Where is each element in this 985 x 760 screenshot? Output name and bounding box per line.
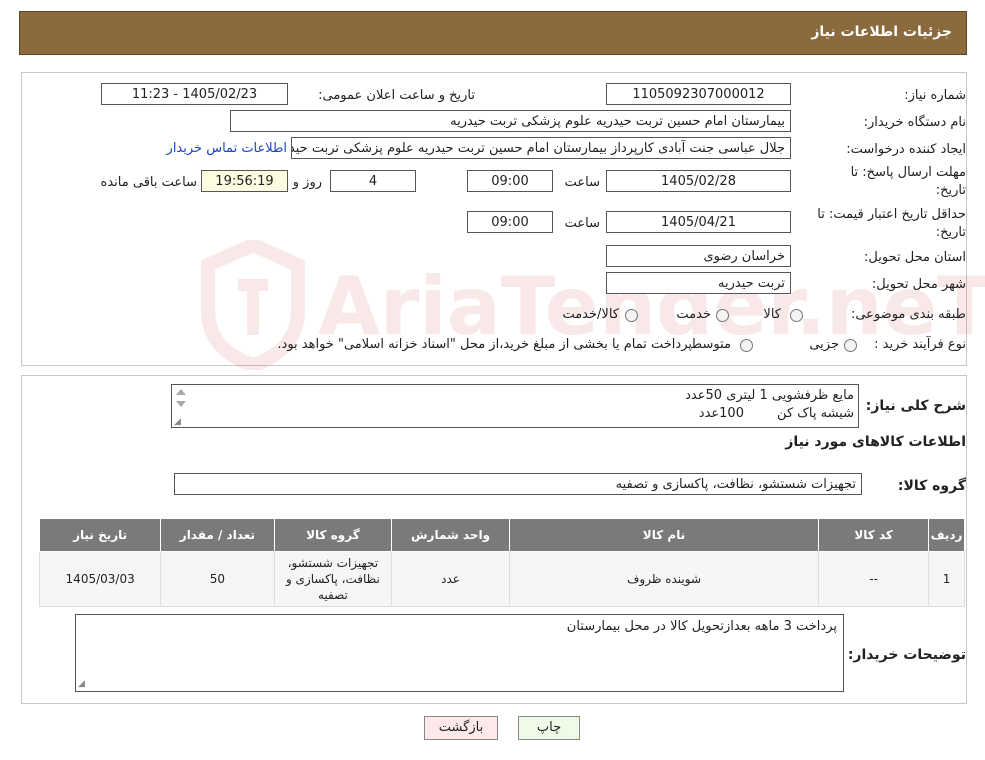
process-radio-medium[interactable] xyxy=(740,339,753,352)
col-row: ردیف xyxy=(928,518,965,552)
cell-row: 1 xyxy=(928,551,965,607)
reply-deadline-label-1: مهلت ارسال پاسخ: تا xyxy=(850,165,966,180)
process-option-medium: متوسط xyxy=(690,337,731,352)
city-label: شهر محل تحویل: xyxy=(871,277,966,292)
price-validity-date-field: 1405/04/21 xyxy=(606,211,791,233)
col-name: نام کالا xyxy=(508,518,820,552)
col-group: گروه کالا xyxy=(273,518,393,552)
need-number-field: 1105092307000012 xyxy=(606,83,791,105)
price-validity-time-label: ساعت xyxy=(564,216,600,231)
goods-group-label: گروه کالا: xyxy=(897,478,966,494)
col-code: کد کالا xyxy=(818,518,930,552)
page-title: جزئیات اطلاعات نیاز xyxy=(811,24,952,40)
reply-deadline-label-2: تاریخ: xyxy=(935,183,966,198)
page-header: جزئیات اطلاعات نیاز xyxy=(19,11,967,55)
province-field: خراسان رضوی xyxy=(606,245,791,267)
reply-deadline-time-label: ساعت xyxy=(564,175,600,190)
summary-line-1: مایع ظرفشویی 1 لیتری 50عدد xyxy=(685,388,854,403)
city-field: تربت حیدریه xyxy=(606,272,791,294)
goods-section-title: اطلاعات کالاهای مورد نیاز xyxy=(785,434,966,450)
print-button[interactable]: چاپ xyxy=(518,716,580,740)
price-validity-label-2: تاریخ: xyxy=(935,225,966,240)
creator-field: جلال عباسی جنت آبادی کارپرداز بیمارستان … xyxy=(291,137,791,159)
buyer-org-field: بیمارستان امام حسین تربت حیدریه علوم پزش… xyxy=(230,110,791,132)
process-note: پرداخت تمام یا بخشی از مبلغ خرید،از محل … xyxy=(277,337,692,352)
col-quantity: تعداد / مقدار xyxy=(160,518,275,552)
category-option-service: خدمت xyxy=(676,307,711,322)
col-unit: واحد شمارش xyxy=(391,518,510,552)
cell-need-date: 1405/03/03 xyxy=(38,551,162,607)
resize-handle-icon[interactable]: ◢ xyxy=(78,679,85,689)
buyer-notes-text: پرداخت 3 ماهه بعدازتحویل کالا در محل بیم… xyxy=(566,619,837,634)
scroll-up-icon[interactable] xyxy=(176,389,186,395)
price-validity-time-field: 09:00 xyxy=(467,211,553,233)
buyer-notes-textarea[interactable]: پرداخت 3 ماهه بعدازتحویل کالا در محل بیم… xyxy=(75,614,844,692)
category-label: طبقه بندی موضوعی: xyxy=(850,307,966,322)
province-label: استان محل تحویل: xyxy=(864,250,966,265)
announce-datetime-field: 1405/02/23 - 11:23 xyxy=(101,83,288,105)
price-validity-label-1: حداقل تاریخ اعتبار قیمت: تا xyxy=(817,207,966,222)
cell-unit: عدد xyxy=(391,551,510,607)
purchase-process-label: نوع فرآیند خرید : xyxy=(874,337,966,352)
summary-textarea[interactable]: مایع ظرفشویی 1 لیتری 50عدد شیشه پاک کن 1… xyxy=(171,384,859,428)
buyer-contact-link[interactable]: اطلاعات تماس خریدار xyxy=(167,141,287,156)
goods-table: ردیف کد کالا نام کالا واحد شمارش گروه کا… xyxy=(38,518,965,607)
reply-deadline-days-field: 4 xyxy=(330,170,416,192)
goods-group-field: تجهیزات شستشو، نظافت، پاکسازی و تصفیه xyxy=(174,473,862,495)
remaining-time-field: 19:56:19 xyxy=(201,170,288,192)
table-row: 1 -- شوینده ظروف عدد تجهیزات شستشو، نظاف… xyxy=(38,551,965,607)
category-option-goods: کالا xyxy=(763,307,781,322)
need-number-label: شماره نیاز: xyxy=(904,88,966,103)
remaining-time-label: ساعت باقی مانده xyxy=(100,175,197,190)
buyer-notes-label: توضیحات خریدار: xyxy=(847,647,966,663)
cell-group: تجهیزات شستشو، نظافت، پاکسازی و تصفیه xyxy=(273,551,393,607)
col-need-date: تاریخ نیاز xyxy=(38,518,162,552)
category-radio-goods[interactable] xyxy=(790,309,803,322)
category-radio-service[interactable] xyxy=(716,309,729,322)
reply-deadline-time-field: 09:00 xyxy=(467,170,553,192)
summary-label: شرح کلی نیاز: xyxy=(865,398,966,414)
category-option-goods-service: کالا/خدمت xyxy=(562,307,619,322)
back-button[interactable]: بازگشت xyxy=(424,716,498,740)
category-radio-goods-service[interactable] xyxy=(625,309,638,322)
cell-quantity: 50 xyxy=(160,551,275,607)
buyer-org-label: نام دستگاه خریدار: xyxy=(863,115,966,130)
cell-name: شوینده ظروف xyxy=(508,551,820,607)
creator-label: ایجاد کننده درخواست: xyxy=(846,142,966,157)
resize-handle-icon[interactable]: ◢ xyxy=(174,417,181,427)
reply-deadline-date-field: 1405/02/28 xyxy=(606,170,791,192)
reply-deadline-days-label: روز و xyxy=(292,175,322,190)
process-option-minor: جزیی xyxy=(809,337,839,352)
summary-line-2: شیشه پاک کن 100عدد xyxy=(698,406,854,421)
scroll-down-icon[interactable] xyxy=(176,401,186,407)
cell-code: -- xyxy=(818,551,930,607)
process-radio-minor[interactable] xyxy=(844,339,857,352)
goods-table-header-row: ردیف کد کالا نام کالا واحد شمارش گروه کا… xyxy=(38,518,965,552)
announce-datetime-label: تاریخ و ساعت اعلان عمومی: xyxy=(318,88,475,103)
